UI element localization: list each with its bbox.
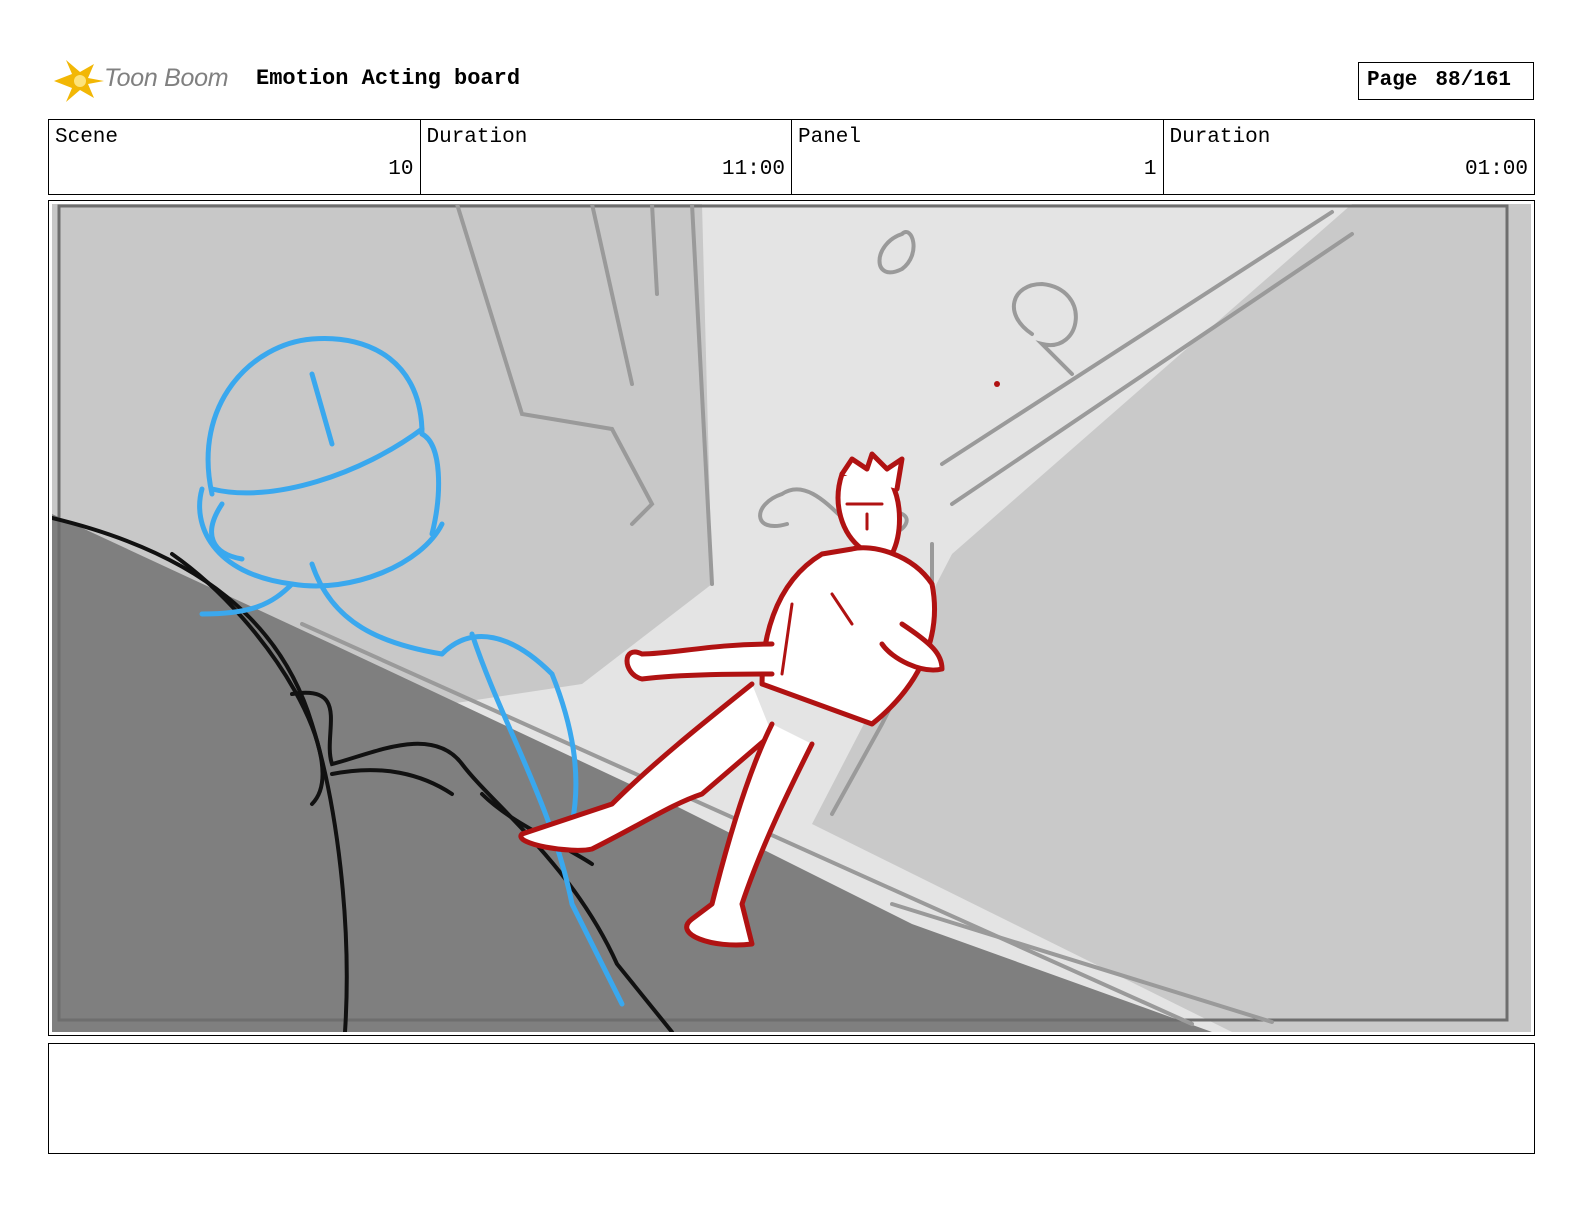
starburst-icon bbox=[54, 60, 104, 102]
storyboard-panel-drawing bbox=[52, 204, 1531, 1032]
scene-value: 10 bbox=[388, 158, 414, 181]
panel-label: Panel bbox=[798, 126, 862, 149]
panel-duration-label: Duration bbox=[1169, 126, 1271, 149]
panel-value: 1 bbox=[1143, 158, 1157, 181]
panel-notes bbox=[48, 1043, 1535, 1154]
panel-info-table: Scene 10 Duration 11:00 Panel 1 Duration… bbox=[48, 119, 1535, 195]
scene-label: Scene bbox=[55, 126, 119, 149]
scene-cell: Scene 10 bbox=[49, 120, 421, 194]
panel-duration-cell: Duration 01:00 bbox=[1164, 120, 1535, 194]
page-indicator: Page 88/161 bbox=[1358, 62, 1534, 100]
panel-duration-value: 01:00 bbox=[1464, 158, 1528, 181]
page-label: Page bbox=[1367, 69, 1418, 92]
logo-text: Toon Boom bbox=[104, 64, 229, 92]
scene-duration-value: 11:00 bbox=[721, 158, 785, 181]
scene-duration-cell: Duration 11:00 bbox=[421, 120, 792, 194]
toon-boom-logo: Toon Boom bbox=[50, 56, 240, 104]
scene-duration-label: Duration bbox=[426, 126, 528, 149]
page-number: 88/161 bbox=[1435, 69, 1512, 92]
board-title: Emotion Acting board bbox=[256, 66, 521, 91]
panel-cell: Panel 1 bbox=[792, 120, 1164, 194]
